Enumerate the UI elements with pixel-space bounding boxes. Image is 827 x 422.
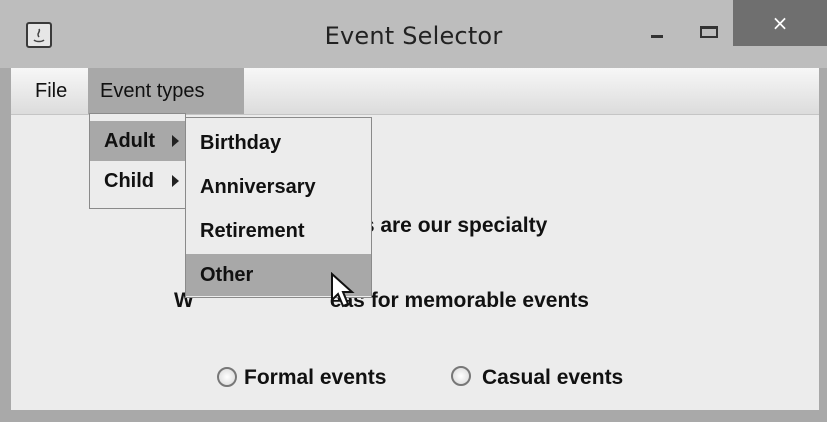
submenu-arrow-icon: [172, 135, 179, 147]
submenu-item-birthday[interactable]: Birthday: [186, 122, 371, 164]
title-bar: Event Selector ×: [0, 0, 827, 68]
submenu-item-label: Retirement: [200, 220, 305, 242]
submenu-item-label: Other: [200, 264, 254, 286]
casual-events-label[interactable]: Casual events: [482, 366, 623, 390]
menu-item-child-label: Child: [104, 170, 154, 192]
menu-item-adult-label: Adult: [104, 130, 156, 152]
submenu-item-label: Anniversary: [200, 176, 316, 198]
submenu-item-label: Birthday: [200, 132, 282, 154]
menu-file[interactable]: File: [35, 68, 67, 114]
submenu-item-retirement[interactable]: Retirement: [186, 210, 371, 252]
maximize-button[interactable]: [688, 0, 732, 46]
menu-item-adult[interactable]: Adult: [90, 121, 185, 161]
submenu-item-anniversary[interactable]: Anniversary: [186, 166, 371, 208]
formal-events-radio[interactable]: [217, 367, 237, 387]
menu-item-child[interactable]: Child: [90, 161, 185, 201]
minimize-button[interactable]: [634, 0, 684, 46]
close-button[interactable]: ×: [733, 0, 827, 46]
app-window: Event Selector × File Event types nts ar…: [0, 0, 827, 422]
tagline-text: nts are our specialty: [343, 214, 548, 237]
menu-event-types[interactable]: Event types: [88, 68, 244, 114]
formal-events-label[interactable]: Formal events: [244, 366, 386, 390]
menu-bar: File Event types: [11, 68, 819, 115]
mouse-pointer-icon: [331, 272, 355, 308]
adult-submenu: Birthday Anniversary Retirement Other: [185, 117, 372, 298]
casual-events-radio[interactable]: [451, 366, 471, 386]
event-types-dropdown: Adult Child: [89, 113, 186, 209]
submenu-arrow-icon: [172, 175, 179, 187]
